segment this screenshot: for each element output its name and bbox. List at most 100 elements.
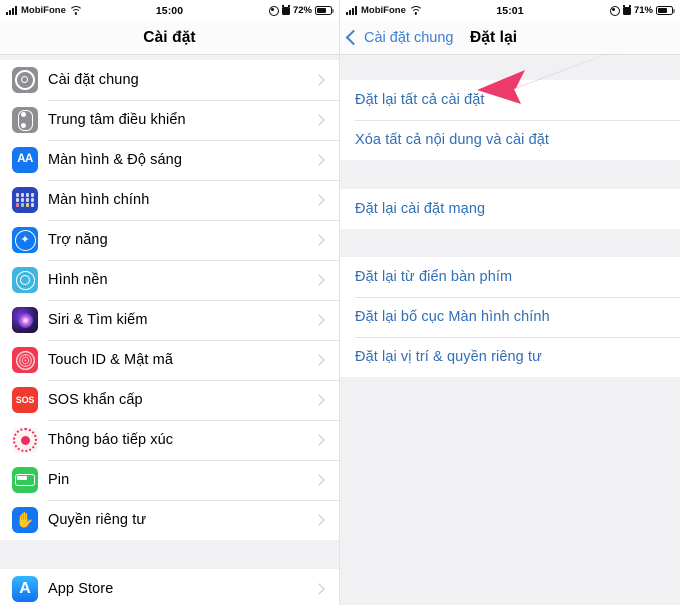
chevron-right-icon [313,234,325,246]
reset-keyboard-dictionary-button[interactable]: Đặt lại từ điển bàn phím [340,257,680,297]
siri-icon [12,307,38,333]
battery-icon [656,6,675,15]
row-label: Trung tâm điều khiển [48,112,186,128]
location-services-icon [609,5,620,16]
right-group-divider-1 [340,160,680,189]
reset-group-1: Đặt lại tất cả cài đặt Xóa tất cả nội du… [340,80,680,160]
status-bar-right: 71% [609,5,675,16]
dual-screenshot-container: MobiFone 15:00 72% Cài đặt Cài đặt chung [0,0,680,605]
row-label: Hình nền [48,272,108,288]
accessibility-icon: ✦ [12,227,38,253]
gear-icon [12,67,38,93]
reset-home-screen-layout-button[interactable]: Đặt lại bố cục Màn hình chính [340,297,680,337]
alarm-clock-icon [622,5,631,15]
sidebar-item-wallpaper[interactable]: Hình nền [0,260,339,300]
back-button[interactable]: Cài đặt chung [340,30,453,46]
chevron-right-icon [313,394,325,406]
privacy-hand-icon: ✋ [12,507,38,533]
row-label: Cài đặt chung [48,72,139,88]
sidebar-item-touch-id[interactable]: Touch ID & Mật mã [0,340,339,380]
left-status-bar: MobiFone 15:00 72% [0,0,339,21]
icon-glyph: AA [17,153,33,166]
chevron-right-icon [313,114,325,126]
icon-glyph: SOS [15,394,35,405]
sidebar-item-display-brightness[interactable]: AA Màn hình & Độ sáng [0,140,339,180]
left-page-title: Cài đặt [143,28,196,46]
chevron-right-icon [313,354,325,366]
location-services-icon [268,5,279,16]
control-center-icon [12,107,38,133]
battery-settings-icon [12,467,38,493]
row-label: Đặt lại vị trí & quyền riêng tư [355,349,542,365]
row-label: Đặt lại tất cả cài đặt [355,92,485,108]
sidebar-item-siri-search[interactable]: Siri & Tìm kiếm [0,300,339,340]
chevron-right-icon [313,274,325,286]
row-label: Touch ID & Mật mã [48,352,173,368]
chevron-left-icon [345,29,362,46]
sos-icon: SOS [12,387,38,413]
reset-group-2: Đặt lại cài đặt mạng [340,189,680,229]
reset-network-settings-button[interactable]: Đặt lại cài đặt mạng [340,189,680,229]
right-status-bar: MobiFone 15:01 71% [340,0,680,21]
row-label: Xóa tất cả nội dung và cài đặt [355,132,550,148]
row-label: Pin [48,472,70,488]
sidebar-item-emergency-sos[interactable]: SOS SOS khẩn cấp [0,380,339,420]
sidebar-item-accessibility[interactable]: ✦ Trợ năng [0,220,339,260]
home-screen-icon [12,187,38,213]
chevron-right-icon [313,514,325,526]
row-label: App Store [48,581,114,597]
reset-group-3: Đặt lại từ điển bàn phím Đặt lại bố cục … [340,257,680,377]
settings-group-2: A App Store [0,569,339,605]
right-top-gap [340,55,680,80]
left-phone-screen: MobiFone 15:00 72% Cài đặt Cài đặt chung [0,0,340,605]
right-nav-bar: Cài đặt chung Đặt lại [340,21,680,55]
sidebar-item-control-center[interactable]: Trung tâm điều khiển [0,100,339,140]
row-label: Đặt lại bố cục Màn hình chính [355,309,550,325]
row-label: Đặt lại từ điển bàn phím [355,269,513,285]
row-label: Trợ năng [48,232,108,248]
sidebar-item-home-screen[interactable]: Màn hình chính [0,180,339,220]
right-page-title: Đặt lại [470,28,518,46]
battery-percent-label: 72% [292,5,312,16]
row-label: Siri & Tìm kiếm [48,312,148,328]
left-group-divider [0,540,339,569]
chevron-right-icon [313,474,325,486]
app-store-icon: A [12,576,38,602]
chevron-right-icon [313,74,325,86]
settings-group-1: Cài đặt chung Trung tâm điều khiển AA Mà… [0,60,339,540]
status-bar-right: 72% [268,5,334,16]
left-nav-bar: Cài đặt [0,21,339,55]
chevron-right-icon [313,434,325,446]
battery-percent-label: 71% [633,5,653,16]
alarm-clock-icon [281,5,290,15]
chevron-right-icon [313,314,325,326]
reset-all-settings-button[interactable]: Đặt lại tất cả cài đặt [340,80,680,120]
sidebar-item-app-store[interactable]: A App Store [0,569,339,605]
sidebar-item-general[interactable]: Cài đặt chung [0,60,339,100]
battery-icon [315,6,334,15]
exposure-notification-icon [12,427,38,453]
row-label: Đặt lại cài đặt mạng [355,201,486,217]
sidebar-item-battery[interactable]: Pin [0,460,339,500]
icon-glyph: ✦ [20,233,30,246]
chevron-right-icon [313,583,325,595]
row-label: Thông báo tiếp xúc [48,432,174,448]
display-brightness-icon: AA [12,147,38,173]
row-label: SOS khẩn cấp [48,392,143,408]
right-group-divider-2 [340,229,680,257]
row-label: Màn hình & Độ sáng [48,152,182,168]
back-button-label: Cài đặt chung [364,29,454,46]
icon-glyph: ✋ [15,511,35,529]
sidebar-item-privacy[interactable]: ✋ Quyền riêng tư [0,500,339,540]
sidebar-item-exposure-notifications[interactable]: Thông báo tiếp xúc [0,420,339,460]
reset-location-privacy-button[interactable]: Đặt lại vị trí & quyền riêng tư [340,337,680,377]
chevron-right-icon [313,194,325,206]
icon-glyph: A [19,580,31,597]
right-phone-screen: MobiFone 15:01 71% Cài đặt chung Đặt lại… [340,0,680,605]
row-label: Quyền riêng tư [48,512,147,528]
row-label: Màn hình chính [48,192,150,208]
wallpaper-icon [12,267,38,293]
touch-id-icon [12,347,38,373]
chevron-right-icon [313,154,325,166]
erase-all-content-button[interactable]: Xóa tất cả nội dung và cài đặt [340,120,680,160]
